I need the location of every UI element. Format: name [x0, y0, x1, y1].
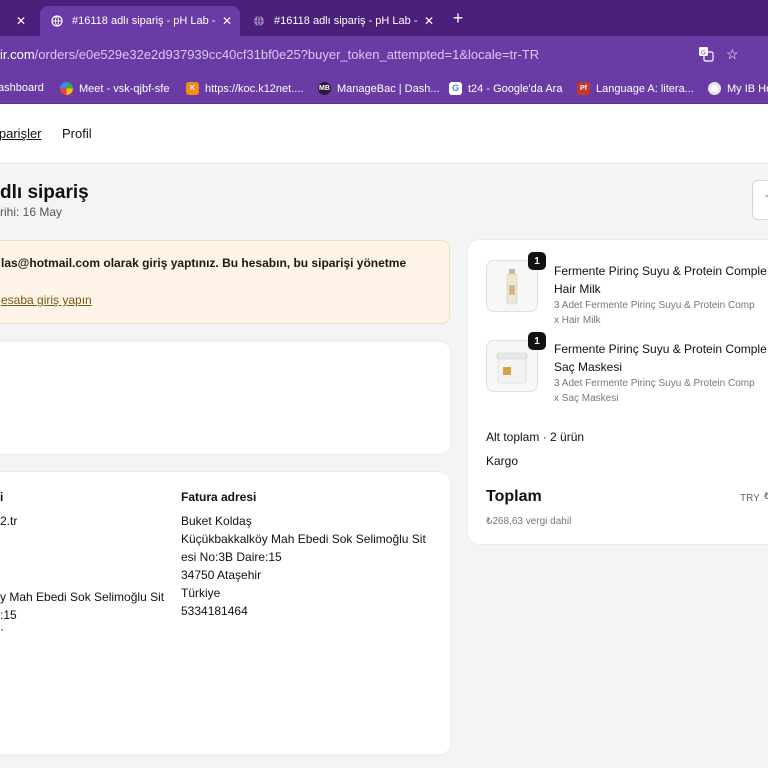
- order-summary-card: 1 Fermente Pirinç Suyu & Protein Comple …: [468, 240, 768, 544]
- ib-icon: [708, 82, 721, 95]
- shipping-address-heading: i: [0, 490, 4, 504]
- google-icon: G: [449, 82, 462, 95]
- close-tab-icon[interactable]: ✕: [222, 14, 232, 28]
- browser-tab[interactable]: #16118 adlı sipariş - pH Lab - ✕: [242, 6, 442, 36]
- addresses-card: i 2.tr y Mah Ebedi Sok Selimoğlu Sit :15…: [0, 472, 450, 754]
- login-notice: las@hotmail.com olarak giriş yaptınız. B…: [0, 240, 450, 324]
- quantity-badge: 1: [528, 252, 546, 270]
- nav-orders-link[interactable]: iparişler: [0, 126, 42, 141]
- shipping-email: 2.tr: [0, 514, 18, 528]
- product-name: Fermente Pirinç Suyu & Protein Comple: [554, 342, 767, 356]
- order-page: iparişler Profil dlı sipariş rihi: 16 Ma…: [0, 104, 768, 768]
- globe-icon: [252, 14, 266, 28]
- billing-address-line: Küçükbakkalköy Mah Ebedi Sok Selimoğlu S…: [181, 532, 426, 546]
- tab-title: #16118 adlı sipariş - pH Lab -: [274, 15, 418, 27]
- address-bar[interactable]: ir.com/orders/e0e529e32e2d937939cc40cf31…: [0, 36, 768, 74]
- shipping-address-line: ·: [0, 622, 4, 636]
- close-tab-icon[interactable]: ✕: [424, 14, 434, 28]
- subtotal-label: Alt toplam · 2 ürün: [486, 430, 585, 444]
- browser-tab-strip: ✕ #16118 adlı sipariş - pH Lab - ✕ #1611…: [0, 0, 768, 36]
- product-thumbnail-hair-mask: 1: [486, 332, 546, 392]
- shipping-address-line: y Mah Ebedi Sok Selimoğlu Sit: [0, 590, 165, 604]
- order-title: dlı sipariş: [0, 182, 89, 203]
- product-variant: 3 Adet Fermente Pirinç Suyu & Protein Co…: [554, 378, 755, 389]
- close-tab-icon[interactable]: ✕: [16, 14, 26, 28]
- order-status-card: [0, 342, 450, 454]
- billing-name: Buket Koldaş: [181, 514, 252, 528]
- nav-profile-link[interactable]: Profil: [62, 126, 92, 141]
- notice-text: las@hotmail.com olarak giriş yaptınız. B…: [1, 256, 407, 270]
- store-favicon-icon: [50, 14, 64, 28]
- managebac-icon: MB: [318, 82, 331, 95]
- translate-icon[interactable]: G: [698, 46, 714, 65]
- product-name-cont: Hair Milk: [554, 282, 601, 296]
- bookmark-k12net[interactable]: Khttps://koc.k12net....: [186, 82, 303, 95]
- billing-phone: 5334181464: [181, 604, 248, 618]
- k12net-icon: K: [186, 82, 199, 95]
- tab-title: #16118 adlı sipariş - pH Lab -: [72, 15, 216, 27]
- bookmark-meet[interactable]: Meet - vsk-qjbf-sfe: [60, 82, 169, 95]
- bookmark-star-icon[interactable]: ☆: [726, 46, 739, 63]
- bookmark-google[interactable]: Gt24 - Google'da Ara: [449, 82, 562, 95]
- url-text[interactable]: ir.com/orders/e0e529e32e2d937939cc40cf31…: [0, 47, 539, 62]
- product-thumbnail-hair-milk: 1: [486, 252, 546, 312]
- pf-icon: Pf: [577, 82, 590, 95]
- currency-code: TRY: [740, 493, 760, 504]
- meet-icon: [60, 82, 73, 95]
- tax-note: ₺268,63 vergi dahil: [486, 516, 572, 527]
- shipping-label: Kargo: [486, 454, 519, 468]
- product-variant: 3 Adet Fermente Pirinç Suyu & Protein Co…: [554, 300, 755, 311]
- bookmark-language-a[interactable]: Pf Language A: litera...: [577, 82, 694, 95]
- product-name: Fermente Pirinç Suyu & Protein Comple: [554, 264, 767, 278]
- new-tab-button[interactable]: +: [448, 8, 468, 29]
- browser-tab-partial[interactable]: ✕: [0, 6, 34, 36]
- svg-text:G: G: [701, 50, 706, 57]
- bookmark-my-ib[interactable]: My IB Ho: [708, 82, 768, 95]
- product-variant-cont: x Hair Milk: [554, 315, 601, 326]
- bookmarks-bar: ashboard Meet - vsk-qjbf-sfe Khttps://ko…: [0, 74, 768, 104]
- order-action-button[interactable]: T: [752, 180, 768, 220]
- billing-postal-city: 34750 Ataşehir: [181, 568, 262, 582]
- product-name-cont: Saç Maskesi: [554, 360, 623, 374]
- bookmark-dashboard[interactable]: ashboard: [0, 82, 44, 94]
- login-link[interactable]: esaba giriş yapın: [1, 293, 92, 307]
- shipping-address-line: :15: [0, 608, 17, 622]
- billing-address-heading: Fatura adresi: [181, 490, 257, 504]
- billing-country: Türkiye: [181, 586, 221, 600]
- url-path: /orders/e0e529e32e2d937939cc40cf31bf0e25…: [34, 47, 540, 62]
- quantity-badge: 1: [528, 332, 546, 350]
- total-label: Toplam: [486, 488, 542, 505]
- total-amount: ₺: [764, 491, 768, 502]
- url-domain: ir.com: [0, 47, 35, 62]
- browser-tab-active[interactable]: #16118 adlı sipariş - pH Lab - ✕: [40, 6, 240, 36]
- order-date: rihi: 16 May: [0, 205, 63, 219]
- account-nav: iparişler Profil: [0, 104, 768, 164]
- product-variant-cont: x Saç Maskesi: [554, 393, 619, 404]
- billing-address-line: esi No:3B Daire:15: [181, 550, 282, 564]
- bookmark-managebac[interactable]: MB ManageBac | Dash...: [318, 82, 440, 95]
